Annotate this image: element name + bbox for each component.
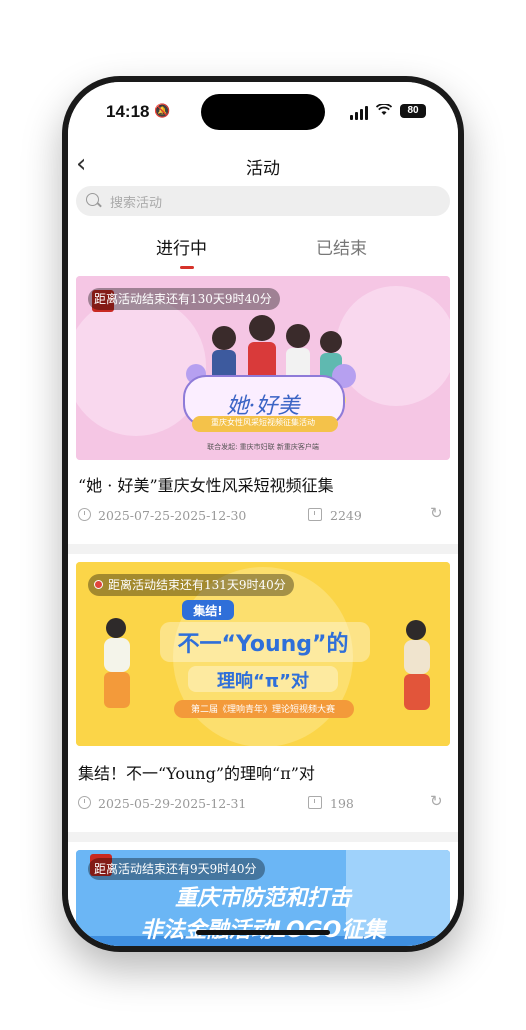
activity-card[interactable]: 她·好美 重庆女性风采短视频征集活动 联合发起: 重庆市妇联 新重庆客户端 距离… [68, 276, 458, 544]
clock-icon [78, 796, 91, 809]
tab-ended[interactable]: 已结束 [316, 234, 367, 259]
active-tab-indicator [180, 266, 194, 269]
search-bar-container: 搜索活动 [68, 186, 458, 226]
search-input[interactable]: 搜索活动 [76, 186, 450, 216]
countdown-text: 距离活动结束还有131天9时40分 [108, 578, 286, 592]
share-icon[interactable]: ↻ [430, 794, 443, 809]
banner-line-2: 非法金融活动LOGO征集 [76, 912, 450, 944]
activity-date-range: 2025-07-25-2025-12-30 [98, 508, 247, 523]
screen: 14:18 🔕 80 ‹ 活动 搜索活动 进行中 已结束 她·好美 重庆女性风采… [68, 82, 458, 946]
battery-icon: 80 [400, 104, 426, 118]
views-icon [308, 796, 322, 809]
navigation-bar: ‹ 活动 [68, 144, 458, 186]
views-icon [308, 508, 322, 521]
activity-card[interactable]: 集结! 不一“Young”的 理响“π”对 第二届《理响青年》理论短视频大赛 距… [68, 554, 458, 832]
card-divider [68, 832, 458, 842]
banner-line-1: 不一“Young”的 [177, 632, 349, 657]
activity-views: 198 [330, 796, 354, 811]
tab-ongoing[interactable]: 进行中 [156, 234, 207, 259]
countdown-badge: 距离活动结束还有9天9时40分 [88, 858, 265, 880]
activity-title[interactable]: 集结！不一“Young”的理响“π”对 [78, 760, 315, 784]
signal-icon [350, 106, 370, 120]
banner-line-2: 理响“π”对 [217, 671, 309, 692]
activity-date-range: 2025-05-29-2025-12-31 [98, 796, 247, 811]
banner-tag: 集结! [193, 604, 223, 618]
home-indicator[interactable] [196, 930, 330, 935]
bell-muted-icon: 🔕 [154, 104, 171, 119]
activity-banner[interactable]: 她·好美 重庆女性风采短视频征集活动 联合发起: 重庆市妇联 新重庆客户端 距离… [76, 276, 450, 460]
dynamic-island [201, 94, 325, 130]
search-placeholder: 搜索活动 [110, 196, 163, 211]
activity-views: 2249 [330, 508, 362, 523]
activity-title[interactable]: “她 · 好美”重庆女性风采短视频征集 [78, 472, 334, 496]
banner-headline: 她·好美 [226, 394, 300, 419]
search-icon [86, 193, 99, 206]
activity-banner[interactable]: 集结! 不一“Young”的 理响“π”对 第二届《理响青年》理论短视频大赛 距… [76, 562, 450, 746]
banner-line-1: 重庆市防范和打击 [174, 886, 351, 911]
tab-bar: 进行中 已结束 [68, 226, 458, 276]
wifi-icon [375, 102, 393, 120]
share-icon[interactable]: ↻ [430, 506, 443, 521]
banner-organizers: 联合发起: 重庆市妇联 新重庆客户端 [207, 443, 319, 451]
banner-subline: 第二届《理响青年》理论短视频大赛 [190, 705, 335, 715]
countdown-badge: 距离活动结束还有131天9时40分 [88, 574, 294, 596]
countdown-text: 距离活动结束还有130天9时40分 [94, 292, 272, 306]
banner-subline: 重庆女性风采短视频征集活动 [211, 418, 315, 427]
status-time: 14:18 [106, 102, 150, 121]
clock-icon [78, 508, 91, 521]
phone-frame: 14:18 🔕 80 ‹ 活动 搜索活动 进行中 已结束 她·好美 重庆女性风采… [62, 76, 464, 952]
status-bar: 14:18 🔕 80 [68, 82, 458, 144]
countdown-badge: 距离活动结束还有130天9时40分 [88, 288, 280, 310]
card-divider [68, 544, 458, 554]
page-title: 活动 [246, 159, 280, 179]
live-dot-icon [94, 580, 103, 589]
countdown-text: 距离活动结束还有9天9时40分 [94, 862, 257, 876]
